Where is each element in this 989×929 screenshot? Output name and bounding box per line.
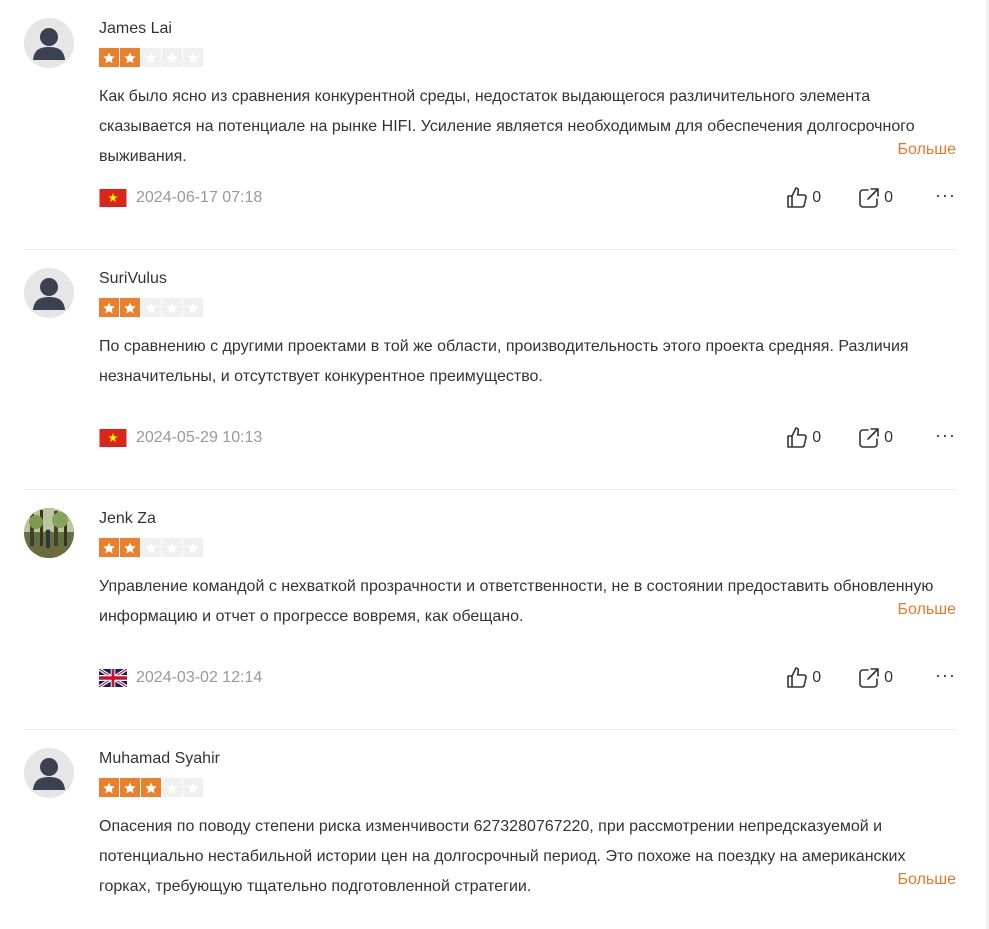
- review-item: Jenk Za Управление командой с нехваткой …: [24, 490, 956, 730]
- star-icon: [183, 778, 203, 797]
- user-photo-icon: [24, 508, 74, 558]
- star-icon: [162, 778, 182, 797]
- avatar[interactable]: [24, 268, 74, 318]
- star-icon: [120, 298, 140, 317]
- uk-flag-icon: [99, 669, 127, 687]
- more-options-icon[interactable]: ···: [935, 186, 956, 210]
- thumbs-up-icon: [787, 187, 808, 208]
- review-list: James Lai Как было ясно из сравнения кон…: [24, 0, 956, 929]
- star-icon: [99, 778, 119, 797]
- more-options-icon[interactable]: ···: [935, 666, 956, 690]
- star-icon: [141, 538, 161, 557]
- review-text: Управление командой с нехваткой прозрачн…: [99, 578, 934, 625]
- reviewer-name[interactable]: Jenk Za: [99, 510, 156, 528]
- reviewer-name[interactable]: James Lai: [99, 20, 172, 38]
- star-icon: [99, 298, 119, 317]
- more-link[interactable]: Больше: [898, 141, 956, 159]
- star-icon: [99, 538, 119, 557]
- thumbs-up-icon: [787, 667, 808, 688]
- share-icon: [859, 668, 879, 688]
- share-button[interactable]: 0: [857, 426, 893, 450]
- star-icon: [162, 538, 182, 557]
- star-icon: [162, 298, 182, 317]
- more-link[interactable]: Больше: [898, 601, 956, 619]
- review-text: Опасения по поводу степени риска изменчи…: [99, 818, 906, 895]
- review-actions: 0 0 ···: [785, 666, 956, 690]
- share-count: 0: [884, 189, 894, 206]
- share-count: 0: [884, 669, 894, 686]
- more-link[interactable]: Больше: [898, 871, 956, 889]
- default-avatar-icon: [24, 748, 74, 798]
- star-icon: [120, 48, 140, 67]
- review-meta: 2024-05-29 10:13: [99, 429, 262, 447]
- review-date: 2024-03-02 12:14: [136, 669, 263, 686]
- star-rating: [99, 538, 203, 557]
- star-rating: [99, 48, 203, 67]
- like-button[interactable]: 0: [785, 666, 821, 690]
- review-text: Как было ясно из сравнения конкурентной …: [99, 88, 915, 165]
- reviewer-name[interactable]: Muhamad Syahir: [99, 750, 220, 768]
- more-options-icon[interactable]: ···: [935, 426, 956, 450]
- star-icon: [141, 298, 161, 317]
- reviewer-name[interactable]: SuriVulus: [99, 270, 167, 288]
- default-avatar-icon: [24, 18, 74, 68]
- like-count: 0: [812, 669, 822, 686]
- review-date: 2024-05-29 10:13: [136, 429, 263, 446]
- default-avatar-icon: [24, 268, 74, 318]
- star-rating: [99, 778, 203, 797]
- share-button[interactable]: 0: [857, 186, 893, 210]
- review-item: James Lai Как было ясно из сравнения кон…: [24, 0, 956, 250]
- share-button[interactable]: 0: [857, 666, 893, 690]
- thumbs-up-icon: [787, 427, 808, 448]
- review-actions: 0 0 ···: [785, 426, 956, 450]
- like-button[interactable]: 0: [785, 426, 821, 450]
- star-icon: [183, 538, 203, 557]
- avatar[interactable]: [24, 18, 74, 68]
- share-icon: [859, 428, 879, 448]
- like-button[interactable]: 0: [785, 186, 821, 210]
- star-icon: [183, 48, 203, 67]
- share-icon: [859, 188, 879, 208]
- star-icon: [99, 48, 119, 67]
- like-count: 0: [812, 189, 822, 206]
- review-item: Muhamad Syahir Опасения по поводу степен…: [24, 730, 956, 929]
- star-icon: [183, 298, 203, 317]
- vietnam-flag-icon: [99, 429, 127, 447]
- star-icon: [162, 48, 182, 67]
- star-rating: [99, 298, 203, 317]
- star-icon: [120, 778, 140, 797]
- share-count: 0: [884, 429, 894, 446]
- review-meta: 2024-03-02 12:14: [99, 669, 262, 687]
- avatar[interactable]: [24, 748, 74, 798]
- review-text: По сравнению с другими проектами в той ж…: [99, 338, 909, 385]
- vietnam-flag-icon: [99, 189, 127, 207]
- review-meta: 2024-06-17 07:18: [99, 189, 262, 207]
- review-actions: 0 0 ···: [785, 186, 956, 210]
- review-date: 2024-06-17 07:18: [136, 189, 263, 206]
- avatar[interactable]: [24, 508, 74, 558]
- star-icon: [141, 48, 161, 67]
- like-count: 0: [812, 429, 822, 446]
- star-icon: [141, 778, 161, 797]
- star-icon: [120, 538, 140, 557]
- review-item: SuriVulus По сравнению с другими проекта…: [24, 250, 956, 490]
